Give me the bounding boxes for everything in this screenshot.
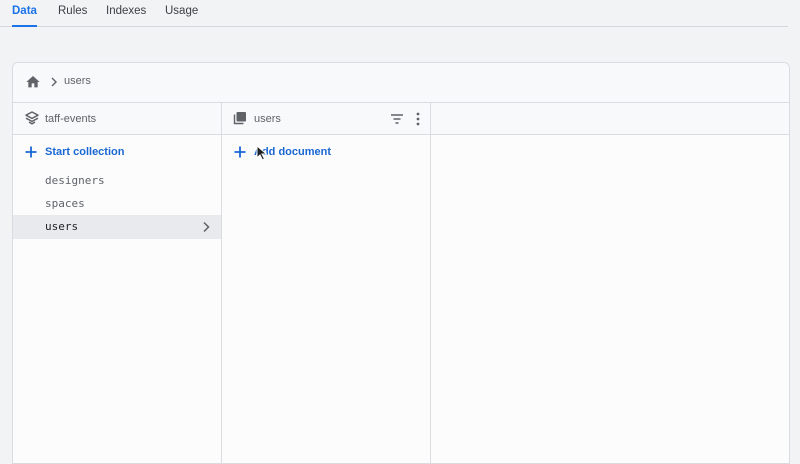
plus-icon	[234, 146, 246, 158]
more-vert-icon[interactable]	[411, 112, 425, 126]
add-document-label: Add document	[254, 146, 331, 158]
collection-name: spaces	[45, 197, 85, 210]
start-collection-label: Start collection	[45, 146, 125, 158]
data-panel: users taff-events Start collection desig…	[12, 62, 790, 464]
collection-item-designers[interactable]: designers	[13, 169, 221, 193]
breadcrumb: users	[13, 63, 789, 103]
tab-rules[interactable]: Rules	[58, 0, 87, 26]
tab-usage[interactable]: Usage	[165, 0, 198, 26]
document-column-header	[431, 103, 789, 135]
top-tabs: Data Rules Indexes Usage	[0, 0, 788, 27]
collection-title: users	[254, 113, 281, 125]
plus-icon	[25, 146, 37, 158]
filter-icon[interactable]	[390, 112, 404, 126]
tab-indexes[interactable]: Indexes	[106, 0, 146, 26]
collection-column-header: users	[222, 103, 430, 135]
collection-item-spaces[interactable]: spaces	[13, 192, 221, 216]
chevron-right-icon	[203, 221, 210, 233]
collection-column: users Add document	[222, 103, 431, 463]
collection-icon	[233, 112, 246, 125]
collection-name: users	[45, 220, 79, 233]
root-column: taff-events Start collection designers s…	[13, 103, 222, 463]
chevron-right-icon	[51, 77, 57, 87]
root-column-header: taff-events	[13, 103, 221, 135]
breadcrumb-item-users[interactable]: users	[64, 75, 91, 87]
project-name: taff-events	[45, 113, 97, 125]
home-icon[interactable]	[25, 74, 41, 90]
firestore-icon	[25, 111, 39, 125]
collection-name: designers	[45, 174, 105, 187]
document-column	[431, 103, 789, 463]
tab-data[interactable]: Data	[12, 0, 37, 27]
collection-item-users[interactable]: users	[13, 215, 221, 239]
